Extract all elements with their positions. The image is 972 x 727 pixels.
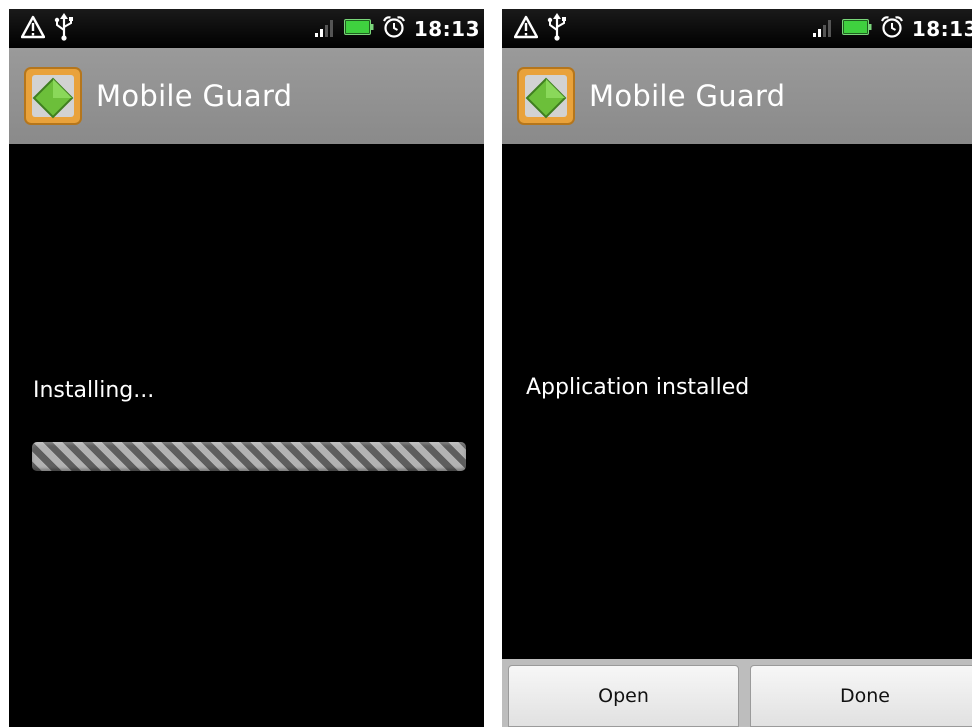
status-bar: 18:13 — [9, 9, 484, 48]
button-bar: Open Done — [502, 659, 972, 727]
signal-icon — [314, 16, 336, 42]
status-indicators: 18:13 — [314, 15, 480, 43]
status-indicators: 18:13 — [812, 15, 972, 43]
status-time: 18:13 — [911, 17, 972, 41]
usb-icon — [546, 13, 568, 45]
warning-icon — [513, 15, 539, 43]
installed-message: Application installed — [526, 375, 750, 400]
signal-icon — [812, 16, 834, 42]
mobile-guard-app-icon — [22, 65, 84, 127]
installing-message: Installing... — [33, 378, 155, 403]
mobile-guard-app-icon — [515, 65, 577, 127]
title-bar: Mobile Guard — [502, 48, 972, 144]
app-title: Mobile Guard — [96, 79, 293, 113]
alarm-clock-icon — [880, 15, 904, 43]
installed-screen: 18:13 Mobile Guard Application installed… — [502, 9, 972, 727]
open-button[interactable]: Open — [508, 665, 739, 727]
install-progress-bar — [32, 442, 466, 471]
battery-icon — [841, 18, 872, 40]
app-title: Mobile Guard — [589, 79, 786, 113]
alarm-clock-icon — [382, 15, 406, 43]
status-notifications — [513, 13, 568, 45]
title-bar: Mobile Guard — [9, 48, 484, 144]
battery-icon — [343, 18, 374, 40]
usb-icon — [53, 13, 75, 45]
done-button[interactable]: Done — [750, 665, 972, 727]
warning-icon — [20, 15, 46, 43]
installing-screen: 18:13 Mobile Guard Installing... — [9, 9, 484, 727]
status-time: 18:13 — [413, 17, 480, 41]
status-notifications — [20, 13, 75, 45]
status-bar: 18:13 — [502, 9, 972, 48]
